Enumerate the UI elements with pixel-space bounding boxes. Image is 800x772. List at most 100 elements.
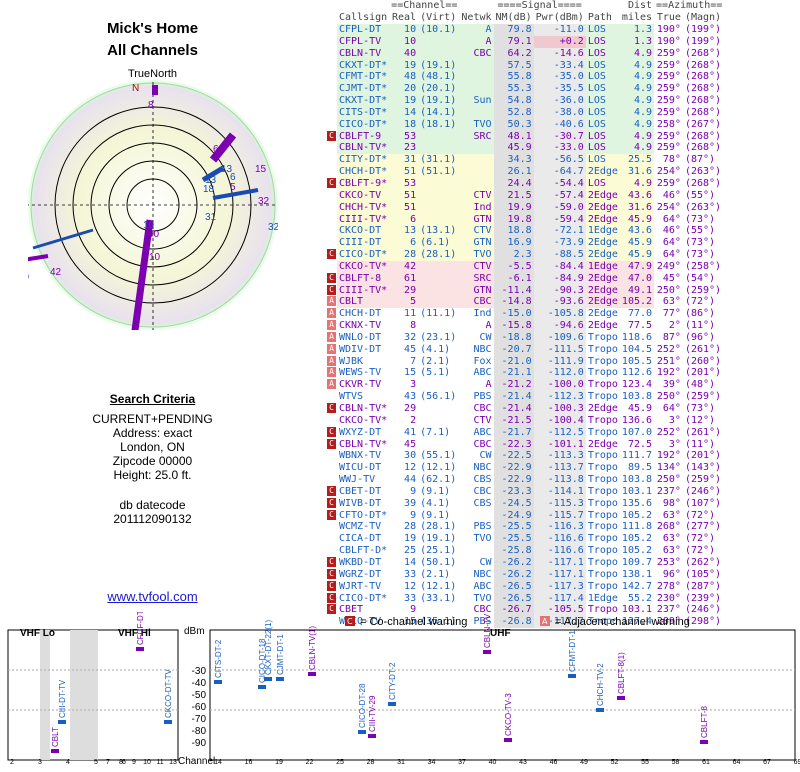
table-row[interactable]: C CIII-TV* 29 GTN -11.4 -90.3 2Edge 49.1 250° (25…: [327, 284, 725, 297]
no-warning: [327, 190, 336, 200]
callsign-cell: CBLFT-9*: [337, 177, 390, 190]
nm-cell: -14.8: [493, 296, 534, 309]
path-cell: 2Edge: [585, 403, 620, 415]
col-true: True: [656, 12, 681, 23]
dist-cell: 4.9: [619, 177, 655, 190]
table-row[interactable]: A CBLT 5 CBC -14.8 -93.6 2Edge 105.2 63° (72°): [327, 296, 725, 309]
table-row[interactable]: A WNLO-DT 32 (23.1) CW -18.8 -109.6 Tropo 118.6 8…: [327, 331, 725, 344]
table-row[interactable]: CKCO-TV 51 CTV 21.5 -57.4 2Edge 43.6 46° (55°): [327, 189, 725, 202]
table-row[interactable]: CBLN-TV* 23 45.9 -33.0 LOS 4.9 259° (268°): [327, 142, 725, 155]
table-row[interactable]: C CBLFT-8 61 SRC -6.1 -84.9 2Edge 47.0 45° (54°): [327, 272, 725, 285]
table-row[interactable]: WICU-DT 12 (12.1) NBC -22.9 -113.7 Tropo 89.5 13…: [327, 462, 725, 475]
table-row[interactable]: CHCH-DT* 51 (51.1) 26.1 -64.7 2Edge 31.6 254° (2…: [327, 166, 725, 178]
search-criteria-heading: Search Criteria: [109, 392, 196, 406]
table-row[interactable]: CKCO-TV* 42 CTV -5.5 -84.4 1Edge 47.9 249° (258°…: [327, 260, 725, 273]
azimuth-true-cell: 259°: [654, 95, 683, 107]
cochannel-warning-icon: C: [327, 130, 336, 141]
pwr-cell: -101.1: [533, 438, 586, 451]
callsign-cell: WXYZ-DT: [337, 426, 390, 439]
table-row[interactable]: CFPL-TV 10 A 79.1 +0.2 LOS 1.3 190° (199°): [327, 35, 725, 48]
table-row[interactable]: CIII-TV* 6 GTN 19.8 -59.4 2Edge 45.9 64° (73°): [327, 213, 725, 226]
table-row[interactable]: C CBLFT-9* 53 24.4 -54.4 LOS 4.9 259° (268°): [327, 177, 725, 190]
dist-cell: 89.5: [619, 462, 655, 475]
azimuth-true-cell: 134°: [654, 462, 683, 475]
table-row[interactable]: CBLFT-D* 25 (25.1) -25.8 -116.6 Tropo 105.2 63°…: [327, 545, 725, 557]
table-row[interactable]: WTVS 43 (56.1) PBS -21.4 -112.3 Tropo 103.8 250°…: [327, 391, 725, 403]
left-panel: Mick's Home All Channels TrueNorth N 8 61…: [0, 0, 305, 610]
table-row[interactable]: C CICO-DT* 28 (28.1) TVO 2.3 -88.5 2Edge 45.9 64°…: [327, 249, 725, 261]
table-row[interactable]: WWJ-TV 44 (62.1) CBS -22.9 -113.8 Tropo 103.8 25…: [327, 474, 725, 486]
table-row[interactable]: CKXT-DT* 19 (19.1) 57.5 -33.4 LOS 4.9 259° (268°…: [327, 59, 725, 72]
table-row[interactable]: CBLN-TV 40 CBC 64.2 -14.6 LOS 4.9 259° (268°): [327, 47, 725, 60]
network-cell: [459, 509, 494, 522]
path-cell: LOS: [585, 106, 620, 119]
table-row[interactable]: C CBLFT-9 53 SRC 48.1 -30.7 LOS 4.9 259° (268°): [327, 130, 725, 143]
tvfool-link[interactable]: www.tvfool.com: [0, 590, 305, 604]
path-cell: Tropo: [585, 568, 620, 581]
table-row[interactable]: CFPL-DT 10 (10.1) A 79.8 -11.0 LOS 1.3 190° (199°…: [327, 24, 725, 36]
table-row[interactable]: C CICO-DT* 33 (33.1) TVO -26.5 -117.4 1Edge 55.2…: [327, 592, 725, 605]
azimuth-magn-cell: (12°): [682, 414, 725, 427]
table-row[interactable]: WBNX-TV 30 (55.1) CW -22.5 -113.3 Tropo 111.7 19…: [327, 450, 725, 463]
table-row[interactable]: C CFTO-DT* 9 (9.1) -24.9 -115.7 Tropo 105.2 63°(…: [327, 509, 725, 522]
callsign-cell: CFPL-TV: [337, 35, 390, 48]
warning-marker-cell: A: [327, 343, 337, 356]
nm-cell: 55.3: [493, 83, 534, 96]
polar-channel-label: 61: [213, 144, 225, 155]
table-row[interactable]: CITS-DT* 14 (14.1) 52.8 -38.0 LOS 4.9 259° (268°…: [327, 106, 725, 119]
azimuth-magn-cell: (268°): [682, 83, 725, 96]
table-row[interactable]: C WJRT-TV 12 (12.1) ABC -26.5 -117.3 Tropo 142.7…: [327, 580, 725, 593]
table-row[interactable]: C WKBD-DT 14 (50.1) CW -26.2 -117.1 Tropo 109.7 2…: [327, 556, 725, 569]
nm-cell: 16.9: [493, 237, 534, 250]
no-warning: [327, 545, 336, 555]
no-warning: [327, 202, 336, 212]
table-row[interactable]: CICO-DT* 18 (18.1) TVO 50.3 -40.6 LOS 4.9 258° (2…: [327, 118, 725, 131]
table-row[interactable]: CHCH-TV* 51 Ind 19.9 -59.0 2Edge 31.6 254° (263°…: [327, 201, 725, 214]
table-row[interactable]: CKXT-DT* 19 (19.1) Sun 54.8 -36.0 LOS 4.9 259° (2…: [327, 95, 725, 107]
callsign-cell: CIII-TV*: [337, 213, 390, 226]
nm-cell: 79.1: [493, 35, 534, 48]
y-tick-label: -80: [192, 726, 207, 737]
pwr-cell: -64.7: [533, 166, 586, 178]
table-row[interactable]: A CKVR-TV 3 A -21.2 -100.0 Tropo 123.4 39° (48°): [327, 379, 725, 392]
warning-marker-cell: [327, 142, 337, 154]
callsign-cell: CFMT-DT*: [337, 71, 390, 84]
table-row[interactable]: A WDIV-DT 45 (4.1) NBC -20.7 -111.5 Tropo 104.5 2…: [327, 343, 725, 356]
x-tick-label: 43: [519, 759, 527, 766]
table-row[interactable]: CITY-DT* 31 (31.1) 34.3 -56.5 LOS 25.5 78° (87°): [327, 154, 725, 167]
table-row[interactable]: A WEWS-TV 15 (5.1) ABC -21.1 -112.0 Tropo 112.6 1…: [327, 367, 725, 380]
real-cell: 51: [389, 201, 419, 214]
pwr-cell: -112.5: [533, 426, 586, 439]
table-row[interactable]: A CHCH-DT 11 (11.1) Ind -15.0 -105.8 2Edge 77.0 7…: [327, 308, 725, 321]
table-row[interactable]: C WIVB-DT 39 (4.1) CBS -24.5 -115.3 Tropo 135.6 9…: [327, 497, 725, 510]
table-row[interactable]: C WGRZ-DT 33 (2.1) NBC -26.2 -117.1 Tropo 138.1 9…: [327, 568, 725, 581]
table-row[interactable]: A WJBK 7 (2.1) Fox -21.0 -111.9 Tropo 105.5 251°(…: [327, 355, 725, 368]
table-row[interactable]: CICA-DT 19 (19.1) TVO -25.5 -116.6 Tropo 105.2 6…: [327, 533, 725, 546]
table-row[interactable]: CKCO-TV* 2 CTV -21.5 -100.4 Tropo 136.6 3° (12°): [327, 414, 725, 427]
table-row[interactable]: C CBLN-TV* 29 CBC -21.4 -100.3 2Edge 45.9 64° (73…: [327, 403, 725, 415]
real-cell: 2: [389, 414, 419, 427]
table-row[interactable]: CJMT-DT* 20 (20.1) 55.3 -35.5 LOS 4.9 259° (268°…: [327, 83, 725, 96]
nm-cell: -5.5: [493, 260, 534, 273]
signal-bar: [58, 720, 66, 724]
table-row[interactable]: C CBLN-TV* 45 CBC -22.3 -101.1 2Edge 72.5 3° (11°…: [327, 438, 725, 451]
table-row[interactable]: A CKNX-TV 8 A -15.8 -94.6 2Edge 77.5 2° (11°): [327, 320, 725, 332]
cochannel-warning-icon: C: [327, 580, 336, 591]
true-north-label: TrueNorth: [127, 68, 178, 80]
warning-marker-cell: [327, 533, 337, 545]
warning-marker-cell: A: [327, 379, 337, 391]
table-row[interactable]: CIII-DT 6 (6.1) GTN 16.9 -73.9 2Edge 45.9 64° (73…: [327, 237, 725, 250]
north-marker: N: [132, 83, 139, 94]
table-row[interactable]: CFMT-DT* 48 (48.1) 55.8 -35.0 LOS 4.9 259° (268°…: [327, 71, 725, 84]
pwr-cell: -111.5: [533, 343, 586, 356]
x-tick-label: 58: [672, 759, 680, 766]
table-row[interactable]: C WXYZ-DT 41 (7.1) ABC -21.7 -112.5 Tropo 107.0 2…: [327, 426, 725, 439]
table-row[interactable]: CKCO-DT 13 (13.1) CTV 18.8 -72.1 1Edge 43.6 46°(…: [327, 225, 725, 238]
table-row[interactable]: C CBET-DT 9 (9.1) CBC -23.3 -114.1 Tropo 103.1 23…: [327, 485, 725, 498]
path-cell: Tropo: [585, 556, 620, 569]
azimuth-magn-cell: (268°): [682, 47, 725, 60]
dist-cell: 77.0: [619, 308, 655, 321]
table-row[interactable]: WCMZ-TV 28 (28.1) PBS -25.5 -116.3 Tropo 111.8 2…: [327, 521, 725, 534]
azimuth-magn-cell: (263°): [682, 166, 725, 178]
warning-marker-cell: C: [327, 592, 337, 605]
